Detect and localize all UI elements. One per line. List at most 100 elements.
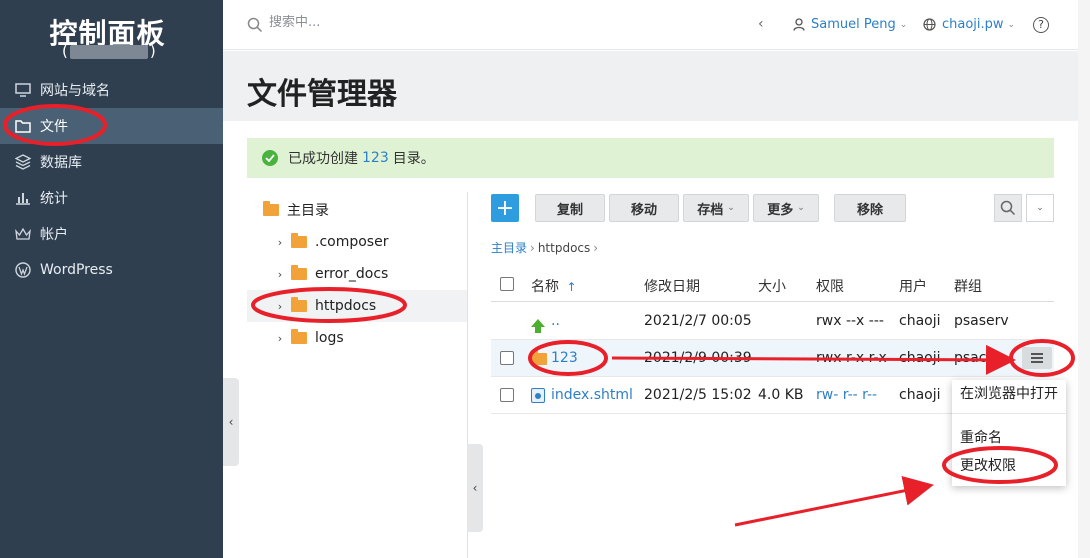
database-icon — [14, 153, 32, 171]
sidebar-subtitle: () — [62, 42, 156, 60]
column-user[interactable]: 用户 — [899, 276, 927, 296]
file-user: chaoji — [899, 387, 941, 403]
tree-item-composer[interactable]: › .composer — [247, 226, 467, 258]
sidebar-item-databases[interactable]: 数据库 — [0, 144, 223, 180]
file-size: 4.0 KB — [758, 387, 804, 403]
chevron-down-icon: ⌄ — [797, 203, 805, 213]
banner-suffix: 目录。 — [392, 151, 435, 167]
chevron-down-icon: ⌄ — [727, 203, 735, 213]
crown-icon — [14, 225, 32, 243]
sidebar-item-websites[interactable]: 网站与域名 — [0, 72, 223, 108]
folder-icon — [291, 329, 307, 344]
move-button[interactable]: 移动 — [609, 194, 679, 222]
table-row[interactable]: .. 2021/2/7 00:05 rwx --x --- chaoji psa… — [491, 303, 1054, 340]
subtitle-close-paren: ) — [149, 42, 156, 60]
column-name-label: 名称 — [531, 279, 559, 295]
tree-item-root[interactable]: 主目录 — [247, 194, 467, 226]
file-search-button[interactable] — [994, 194, 1022, 222]
user-name: Samuel Peng — [811, 17, 896, 32]
column-group[interactable]: 群组 — [954, 276, 982, 296]
add-button[interactable]: + — [491, 194, 519, 222]
user-icon — [793, 18, 805, 31]
sidebar-item-label: WordPress — [40, 262, 113, 278]
sidebar-item-label: 网站与域名 — [40, 83, 110, 99]
folder-icon — [263, 201, 279, 216]
chevron-right-icon[interactable]: › — [273, 236, 287, 249]
page-header: 文件管理器 — [223, 51, 1078, 121]
column-modified[interactable]: 修改日期 — [644, 276, 700, 296]
file-name[interactable]: .. — [551, 313, 560, 329]
archive-button[interactable]: 存档 ⌄ — [683, 194, 749, 222]
chevron-down-icon: ⌄ — [899, 19, 908, 30]
sidebar-item-label: 文件 — [40, 119, 68, 135]
subtitle-open-paren: ( — [62, 42, 68, 60]
file-name[interactable]: index.shtml — [551, 387, 633, 403]
column-name[interactable]: 名称 ↑ — [531, 276, 577, 296]
tree-item-label: logs — [315, 330, 344, 346]
file-name[interactable]: 123 — [551, 350, 578, 366]
chevron-right-icon[interactable]: › — [273, 268, 287, 281]
folder-icon — [291, 265, 307, 280]
file-modified: 2021/2/9 00:39 — [644, 350, 752, 366]
sidebar-item-wordpress[interactable]: WordPress — [0, 252, 223, 288]
sort-asc-icon: ↑ — [566, 280, 577, 294]
chevron-left-icon: ‹ — [472, 481, 478, 495]
sidebar-item-stats[interactable]: 统计 — [0, 180, 223, 216]
domain-menu[interactable]: chaoji.pw ⌄ — [923, 17, 1015, 32]
user-menu[interactable]: Samuel Peng ⌄ — [793, 17, 907, 32]
tree-item-logs[interactable]: › logs — [247, 322, 467, 354]
domain-name: chaoji.pw — [942, 17, 1004, 32]
sidebar-item-files[interactable]: 文件 — [0, 108, 223, 144]
success-banner: 已成功创建 123 目录。 — [247, 138, 1054, 178]
tree-item-httpdocs[interactable]: › httpdocs — [247, 290, 467, 322]
banner-folder-link[interactable]: 123 — [362, 150, 389, 166]
chevron-left-icon: ‹ — [228, 415, 234, 429]
file-group: psacln — [954, 350, 1000, 366]
chevron-right-icon[interactable]: › — [273, 332, 287, 345]
page-scrollbar[interactable] — [1078, 0, 1090, 558]
remove-button[interactable]: 移除 — [834, 194, 906, 222]
column-permissions[interactable]: 权限 — [816, 276, 844, 296]
file-permissions[interactable]: rw- r-- r-- — [816, 387, 877, 403]
tree-item-label: httpdocs — [315, 298, 377, 314]
table-row[interactable]: 123 2021/2/9 00:39 rwx r-x r-x chaoji ps… — [491, 340, 1054, 377]
column-size[interactable]: 大小 — [758, 276, 786, 296]
help-icon[interactable]: ? — [1033, 17, 1049, 33]
menu-item-rename[interactable]: 重命名 — [960, 427, 1002, 447]
hamburger-icon — [1030, 353, 1044, 363]
tree-item-error-docs[interactable]: › error_docs — [247, 258, 467, 290]
row-checkbox[interactable] — [500, 351, 514, 365]
sidebar-collapse-handle[interactable]: ‹ — [223, 378, 239, 466]
search-options-button[interactable]: ⌄ — [1026, 194, 1054, 222]
chevron-down-icon: ⌄ — [1036, 203, 1044, 213]
search-icon — [1000, 200, 1016, 216]
row-checkbox[interactable] — [500, 388, 514, 402]
row-actions-menu-button[interactable] — [1022, 347, 1052, 369]
breadcrumb-current[interactable]: httpdocs — [538, 241, 590, 255]
more-button[interactable]: 更多 ⌄ — [753, 194, 819, 222]
sidebar: 控制面板 () 网站与域名 文件 数据库 统计 帐户 WordPress — [0, 0, 223, 558]
bar-chart-icon — [14, 189, 32, 207]
breadcrumb: 主目录 › httpdocs › — [491, 239, 601, 256]
search-input[interactable] — [269, 15, 489, 30]
breadcrumb-home[interactable]: 主目录 — [491, 239, 527, 256]
more-label: 更多 — [767, 202, 794, 218]
sidebar-item-label: 统计 — [40, 191, 68, 207]
back-chevron-icon[interactable]: ‹ — [758, 16, 764, 32]
menu-item-change-permissions[interactable]: 更改权限 — [960, 455, 1016, 475]
tree-item-label: 主目录 — [287, 203, 329, 219]
tree-collapse-handle[interactable]: ‹ — [467, 444, 483, 532]
top-bar: ‹ Samuel Peng ⌄ chaoji.pw ⌄ ? — [223, 0, 1078, 50]
sidebar-item-account[interactable]: 帐户 — [0, 216, 223, 252]
banner-prefix: 已成功创建 — [288, 151, 358, 167]
select-all-checkbox[interactable] — [500, 277, 514, 291]
chevron-right-icon[interactable]: › — [273, 300, 287, 313]
check-circle-icon — [262, 150, 278, 166]
copy-button[interactable]: 复制 — [535, 194, 605, 222]
breadcrumb-separator: › — [530, 240, 535, 255]
file-permissions: rwx --x --- — [816, 313, 884, 329]
folder-icon — [291, 297, 307, 312]
menu-item-open-in-browser[interactable]: 在浏览器中打开 — [960, 383, 1058, 403]
globe-icon — [923, 18, 936, 31]
file-permissions[interactable]: rwx r-x r-x — [816, 350, 887, 366]
